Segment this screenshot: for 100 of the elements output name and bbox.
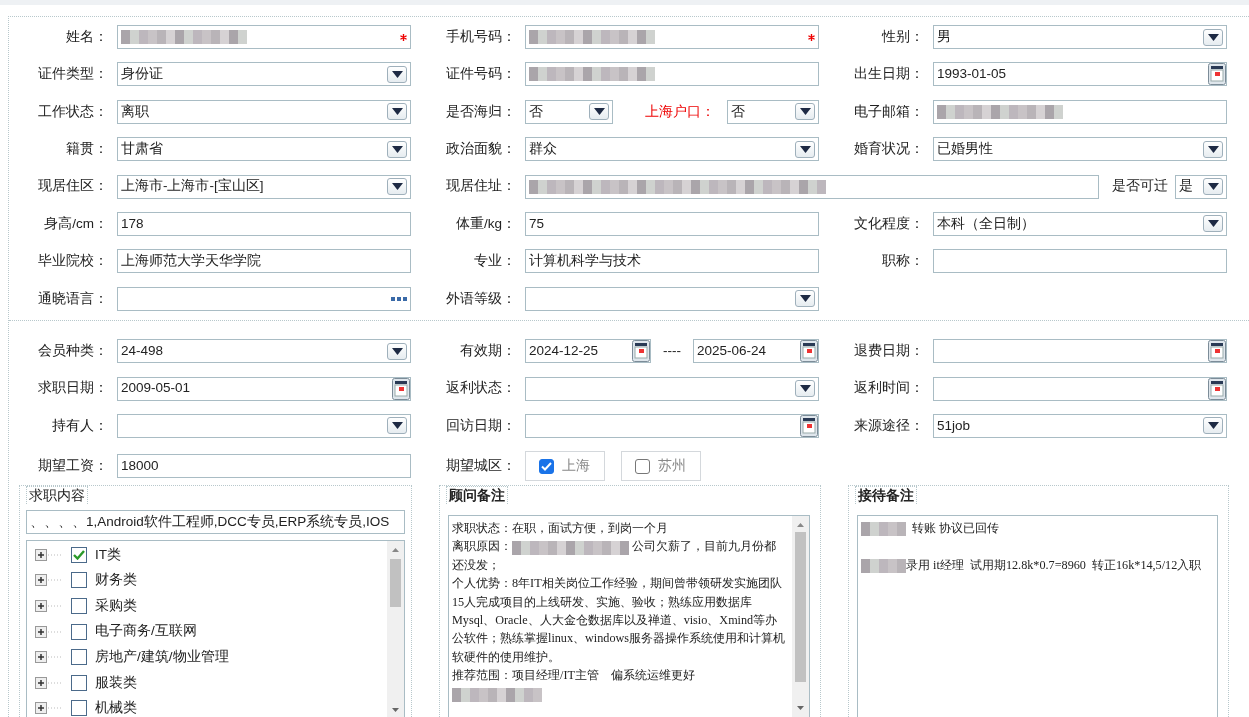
input-field[interactable] (525, 174, 1099, 199)
select-field[interactable]: 群众 (525, 137, 819, 162)
date-field[interactable] (525, 413, 819, 438)
date-field[interactable] (933, 339, 1227, 364)
notes-area[interactable]: 转账 协议已回传 录用 it经理 试用期12.8k*0.7=8960 转正16k*14,5/12入职 (857, 514, 1218, 717)
input-field[interactable] (117, 25, 411, 49)
summary-field[interactable]: 、、、、1,Android软件工程师,DCC专员,ERP系统专员,IOS (26, 509, 405, 534)
scroll-thumb[interactable] (795, 531, 806, 682)
tree-item[interactable]: IT类 (95, 544, 121, 565)
field-label: 出生日期： (853, 65, 924, 84)
calendar-icon[interactable] (800, 340, 818, 363)
input-field[interactable]: 计算机科学与技术 (525, 249, 819, 274)
input-field[interactable]: 75 (525, 211, 819, 236)
input-field[interactable]: 178 (117, 211, 411, 236)
checkbox[interactable] (71, 674, 87, 691)
expand-icon[interactable] (35, 574, 63, 587)
calendar-icon[interactable] (392, 377, 410, 400)
checkbox[interactable] (71, 572, 87, 589)
field-label: 外语等级： (445, 289, 516, 308)
tree-item[interactable]: 服装类 (95, 672, 137, 693)
field-label: 工作状态： (37, 102, 108, 121)
select-field[interactable] (117, 413, 411, 438)
checkbox[interactable] (71, 546, 87, 563)
field-label: 现居住址： (445, 177, 516, 196)
calendar-icon[interactable] (800, 414, 818, 437)
select-field[interactable]: 本科（全日制） (933, 211, 1227, 236)
calendar-icon[interactable] (1208, 63, 1226, 86)
panel-title: 接待备注 (855, 485, 917, 504)
select-field[interactable]: 否 (727, 99, 819, 124)
tree-item[interactable]: 房地产/建筑/物业管理 (95, 647, 229, 668)
field-label: 证件类型： (37, 65, 108, 84)
panel-title: 顾问备注 (446, 485, 508, 504)
ellipsis-icon[interactable] (391, 296, 407, 301)
field-label: 返利时间： (853, 379, 924, 398)
scrollbar[interactable] (792, 515, 809, 717)
select-field[interactable]: 上海市-上海市-[宝山区] (117, 174, 411, 199)
input-field[interactable]: 18000 (117, 454, 411, 479)
date-field[interactable]: 2025-06-24 (693, 339, 819, 364)
tree-item[interactable]: 电子商务/互联网 (95, 621, 197, 642)
field-label: 职称： (881, 252, 924, 271)
field-label: 通晓语言： (37, 289, 108, 308)
lookup-field[interactable] (117, 286, 411, 311)
date-field[interactable]: 1993-01-05 (933, 62, 1227, 87)
checkbox[interactable] (71, 623, 87, 640)
tree-item[interactable]: 采购类 (95, 595, 137, 617)
scrollbar[interactable] (387, 540, 404, 717)
input-field[interactable] (933, 99, 1227, 124)
field-label: 手机号码： (445, 27, 516, 46)
tree-list[interactable]: IT类 财务类 采购类 电子商务/互联网 房地产/建筑/物业管理 服装类 机械类 (26, 539, 405, 717)
field-label: 政治面貌： (445, 140, 516, 159)
select-field[interactable]: 否 (525, 99, 613, 124)
expand-icon[interactable] (35, 676, 63, 689)
checkbox[interactable] (71, 649, 87, 666)
checkbox[interactable] (71, 597, 87, 614)
scroll-thumb[interactable] (390, 558, 401, 607)
select-field[interactable]: 离职 (117, 99, 411, 124)
calendar-icon[interactable] (632, 340, 650, 363)
calendar-icon[interactable] (1208, 340, 1226, 363)
input-field[interactable] (525, 25, 819, 49)
select-field[interactable]: 甘肃省 (117, 137, 411, 162)
field-label: 期望工资： (37, 457, 108, 476)
expand-icon[interactable] (35, 625, 63, 638)
date-field[interactable]: 2024-12-25 (525, 339, 651, 364)
input-field[interactable] (933, 249, 1227, 274)
input-field[interactable]: 上海师范大学天华学院 (117, 249, 411, 274)
calendar-icon[interactable] (1208, 377, 1226, 400)
select-field[interactable] (525, 376, 819, 401)
expand-icon[interactable] (35, 702, 63, 715)
select-field[interactable]: 男 (933, 25, 1227, 49)
expand-icon[interactable] (35, 651, 63, 664)
expand-icon[interactable] (35, 548, 63, 561)
field-label: 性别： (880, 27, 924, 46)
date-field[interactable]: 2009-05-01 (117, 376, 411, 401)
checkbox[interactable] (71, 700, 87, 717)
date-field[interactable] (933, 376, 1227, 401)
checkbox-option[interactable]: 苏州 (621, 451, 701, 482)
field-label: 有效期： (459, 342, 516, 360)
field-label: 是否海归： (445, 102, 516, 121)
notes-area[interactable]: 求职状态：在职，面试方便，到岗一个月 离职原因： 公司欠薪了，目前九月份都还没发； 个人优势：8年IT相关岗位工作经验，期间曾带领研发实施团队15人完成项目的上线研发、实施、验收；熟练应用数据库Mysql、Oracle、人大金仓数据库以及禅道、visio、Xmind等办公软件；熟练掌握linux、windows服务器操作系统使用和计算机软硬件的使用维护。 推荐范围：项目经理/IT主管 偏系统运维更好 (448, 514, 810, 717)
range-separator: ---- (663, 342, 681, 360)
tree-item[interactable]: 财务类 (95, 570, 137, 591)
field-label: 证件号码： (445, 65, 516, 84)
checkbox-option[interactable]: 上海 (525, 451, 605, 482)
tree-item[interactable]: 机械类 (95, 698, 137, 717)
expand-icon[interactable] (35, 599, 63, 612)
input-field[interactable] (525, 62, 819, 87)
panel-title: 求职内容 (26, 485, 88, 504)
field-label: 籍贯： (65, 140, 108, 159)
select-field[interactable] (525, 286, 819, 311)
field-label: 返利状态： (445, 379, 516, 398)
field-label: 会员种类： (37, 342, 108, 360)
checkbox[interactable] (635, 458, 650, 474)
select-field[interactable]: 51job (933, 413, 1227, 438)
field-label: 上海户口： (644, 102, 716, 121)
checkbox[interactable] (539, 458, 554, 474)
field-label: 期望城区： (445, 457, 516, 476)
select-field[interactable]: 24-498 (117, 339, 411, 364)
select-field[interactable]: 已婚男性 (933, 137, 1227, 162)
select-field[interactable]: 是 (1175, 174, 1227, 199)
select-field[interactable]: 身份证 (117, 62, 411, 87)
